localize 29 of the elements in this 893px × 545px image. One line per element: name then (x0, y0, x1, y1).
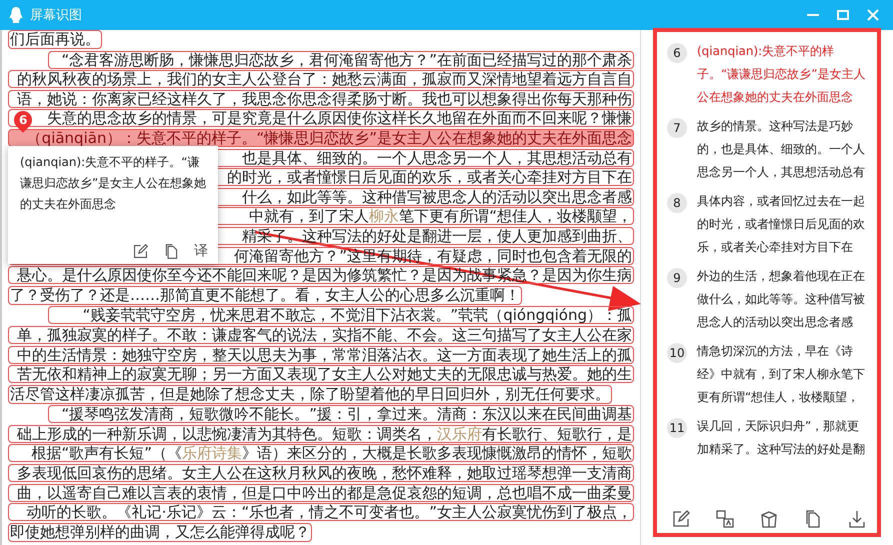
result-text[interactable]: 故乡的情景。这种写法是巧妙的，也是具体、细致的。一个人思念另一个人，其思想活动总有 (697, 115, 867, 184)
minimize-icon (807, 14, 819, 16)
copy-icon (163, 242, 180, 260)
cube-icon (759, 509, 779, 529)
cube-button[interactable] (759, 509, 779, 529)
window-title: 屏幕识图 (30, 7, 82, 24)
edit-icon (132, 242, 149, 260)
translate-button[interactable] (715, 509, 735, 529)
edit-icon (671, 509, 691, 529)
edit-button[interactable] (132, 242, 149, 260)
download-button[interactable] (847, 509, 867, 529)
close-icon (867, 9, 879, 21)
result-text[interactable]: 误几回，天际识归舟”，那就更加精采了。这种写法的好处是翻 (697, 415, 867, 461)
copy-button[interactable] (163, 242, 180, 260)
result-text[interactable]: 外边的生活，想象着他现在正在做什么，如此等等。这种借写被思念人的活动以突出思念者感 (697, 265, 867, 334)
number-badge: 6 (667, 43, 687, 63)
number-badge: 11 (667, 418, 687, 438)
result-text[interactable]: 具体内容，或者回忆过去在一起的时光，或者憧憬日后见面的欢乐，或者关心牵挂对方目下在 (697, 190, 867, 259)
edit-button[interactable] (671, 509, 691, 529)
translate-icon (715, 509, 735, 529)
penguin-icon (8, 6, 24, 24)
download-icon (847, 509, 867, 529)
number-badge: 7 (667, 118, 687, 138)
maximize-icon (837, 10, 849, 20)
number-badge: 10 (667, 343, 687, 363)
number-badge: 8 (667, 193, 687, 213)
number-badge: 9 (667, 268, 687, 288)
result-text[interactable]: 情急切深沉的方法，早在《诗经》中就有，到了宋人柳永笔下更有所谓“想佳人，妆楼颙望， (697, 340, 867, 409)
result-text[interactable]: (qianqian):失意不平的样子。“谦谦思归恋故乡”是女主人公在想象她的丈夫在外面思念 (697, 40, 867, 109)
